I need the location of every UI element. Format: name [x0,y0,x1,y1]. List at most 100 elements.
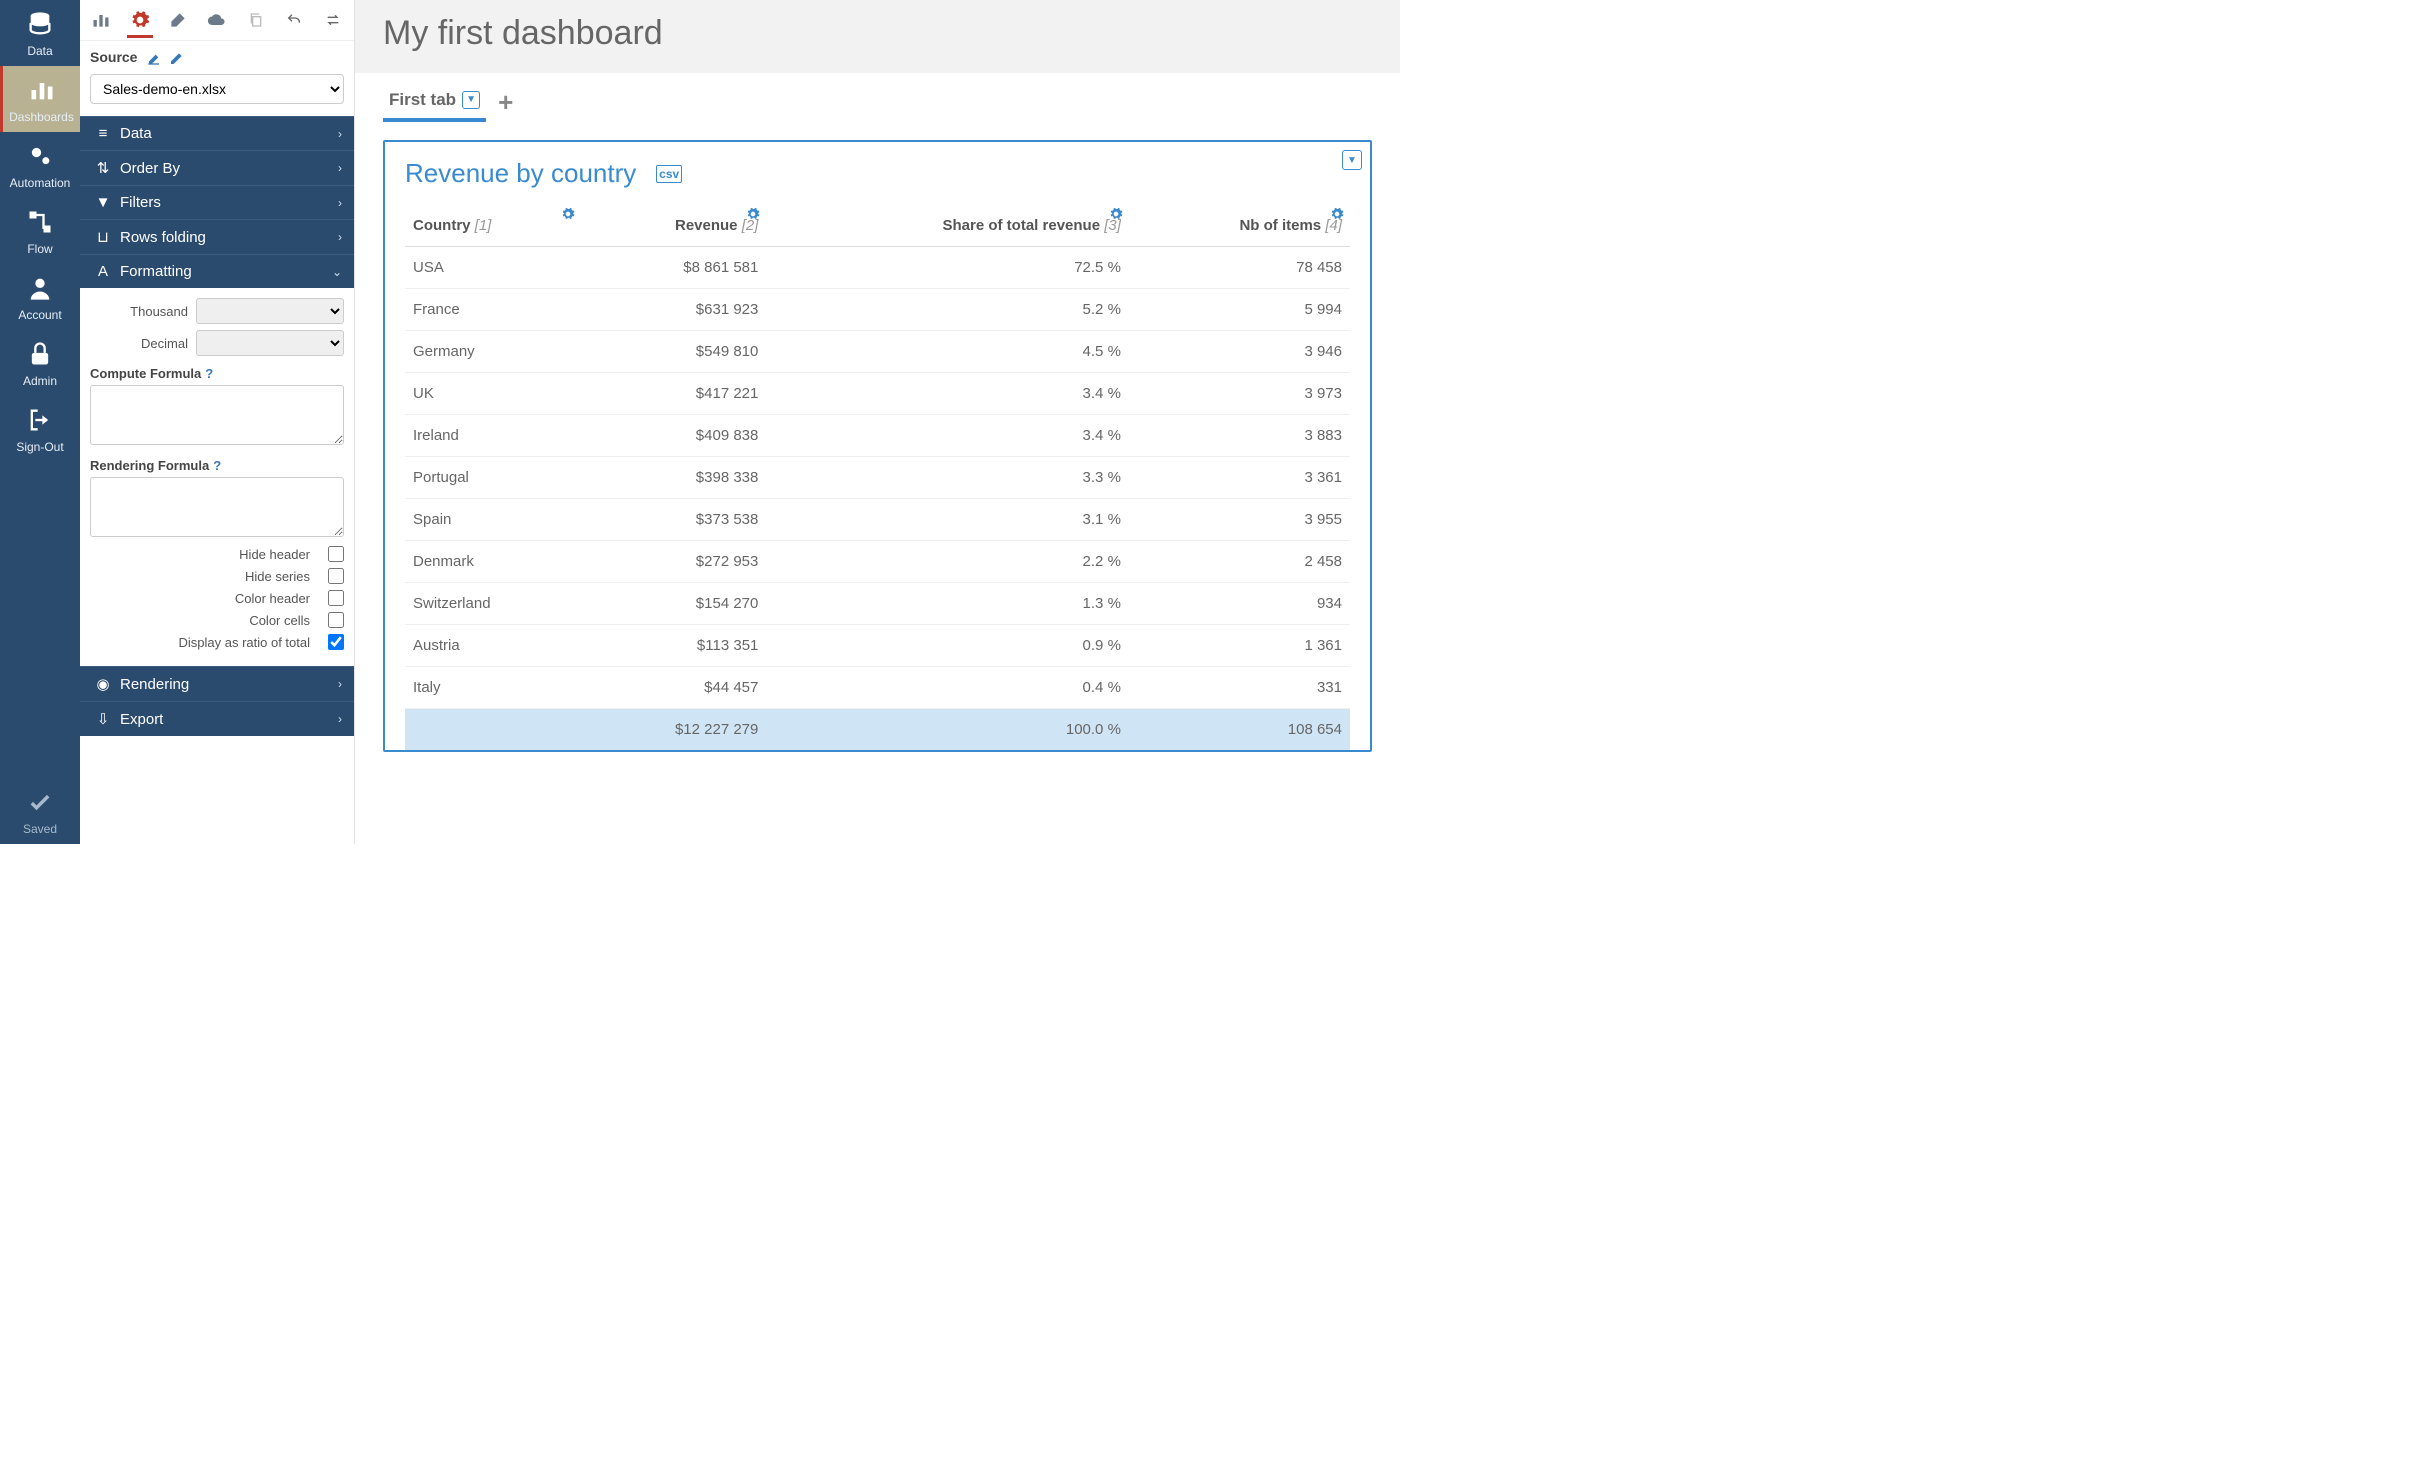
cell-country: UK [405,373,581,415]
cell-share: 2.2 % [766,541,1129,583]
panel-tab-undo[interactable] [281,6,308,34]
color-cells-checkbox[interactable] [328,612,344,628]
gear-icon[interactable] [746,207,760,225]
hide-series-label: Hide series [245,569,310,584]
section-label: Export [120,711,163,728]
section-formatting[interactable]: AFormatting⌄ [80,254,354,288]
filter-icon: ▼ [92,194,114,211]
widget-title: Revenue by country [405,158,636,188]
cell-share: 0.9 % [766,625,1129,667]
section-export[interactable]: ⇩Export› [80,701,354,736]
panel-tab-style[interactable] [165,6,192,34]
column-header[interactable]: Country [1] [405,207,581,247]
pencil-icon[interactable] [169,50,185,66]
column-header[interactable]: Share of total revenue [3] [766,207,1129,247]
source-select[interactable]: Sales-demo-en.xlsx [90,74,344,104]
cell-share: 72.5 % [766,247,1129,289]
thousand-label: Thousand [90,304,188,319]
cell-country: Austria [405,625,581,667]
table-row[interactable]: Italy$44 4570.4 %331 [405,667,1350,709]
table-row[interactable]: Switzerland$154 2701.3 %934 [405,583,1350,625]
table-row[interactable]: Spain$373 5383.1 %3 955 [405,499,1350,541]
nav-label: Admin [23,374,57,388]
chevron-right-icon: › [338,712,342,726]
panel-tab-copy[interactable] [242,6,269,34]
widget-menu[interactable]: ▼ [1342,150,1362,170]
column-header[interactable]: Nb of items [4] [1129,207,1350,247]
cell-share: 3.4 % [766,415,1129,457]
cell-country: Ireland [405,415,581,457]
section-rows-folding[interactable]: ⊔Rows folding› [80,219,354,254]
cell-country: Spain [405,499,581,541]
cell-revenue: $398 338 [581,457,766,499]
color-header-checkbox[interactable] [328,590,344,606]
hide-header-label: Hide header [239,547,310,562]
nav-item-automation[interactable]: Automation [0,132,80,198]
cell-items: 331 [1129,667,1350,709]
section-data[interactable]: ≡Data› [80,116,354,150]
cell-country: USA [405,247,581,289]
lock-icon [26,340,54,368]
nav-item-data[interactable]: Data [0,0,80,66]
help-icon[interactable]: ? [213,458,221,473]
barchart-icon [28,76,56,104]
nav-item-signout[interactable]: Sign-Out [0,396,80,462]
nav-item-admin[interactable]: Admin [0,330,80,396]
table-row[interactable]: Ireland$409 8383.4 %3 883 [405,415,1350,457]
panel-tab-cloud[interactable] [204,6,231,34]
csv-icon[interactable]: csv [656,165,682,183]
cell-share: 100.0 % [766,709,1129,751]
gear-icon[interactable] [561,207,575,225]
display-ratio-checkbox[interactable] [328,634,344,650]
color-header-label: Color header [235,591,310,606]
nav-item-dashboards[interactable]: Dashboards [0,66,80,132]
table-row[interactable]: Germany$549 8104.5 %3 946 [405,331,1350,373]
dashboard-tab[interactable]: First tab ▼ [383,88,486,122]
table-row[interactable]: USA$8 861 58172.5 %78 458 [405,247,1350,289]
section-label: Order By [120,160,180,177]
cell-revenue: $373 538 [581,499,766,541]
col-label: Nb of items [1239,217,1321,234]
table-row[interactable]: Austria$113 3510.9 %1 361 [405,625,1350,667]
hide-series-checkbox[interactable] [328,568,344,584]
panel-tab-settings[interactable] [127,10,154,38]
database-icon: ≡ [92,125,114,142]
thousand-select[interactable] [196,298,344,324]
gear-icon[interactable] [1109,207,1123,225]
gear-icon[interactable] [1330,207,1344,225]
section-rendering[interactable]: ◉Rendering› [80,666,354,701]
table-row[interactable]: France$631 9235.2 %5 994 [405,289,1350,331]
edit-icon[interactable] [147,50,163,66]
cell-items: 3 946 [1129,331,1350,373]
col-index: [1] [475,217,492,234]
nav-item-account[interactable]: Account [0,264,80,330]
panel-tab-chart[interactable] [88,6,115,34]
magnet-icon: ⊔ [92,228,114,246]
section-filters[interactable]: ▼Filters› [80,185,354,219]
help-icon[interactable]: ? [205,366,213,381]
signout-icon [26,406,54,434]
chevron-right-icon: › [338,677,342,691]
formatting-form: Thousand Decimal Compute Formula? Render… [80,288,354,666]
add-tab-button[interactable]: + [498,87,513,122]
section-orderby[interactable]: ⇅Order By› [80,150,354,185]
widget[interactable]: ▼ Revenue by country csv Country [1]Reve… [383,140,1372,752]
decimal-select[interactable] [196,330,344,356]
gears-icon [26,142,54,170]
table-row[interactable]: Denmark$272 9532.2 %2 458 [405,541,1350,583]
table-row[interactable]: Portugal$398 3383.3 %3 361 [405,457,1350,499]
table-row[interactable]: UK$417 2213.4 %3 973 [405,373,1350,415]
nav-label: Data [27,44,52,58]
dashboard-title: My first dashboard [355,0,1400,73]
cell-items: 5 994 [1129,289,1350,331]
hide-header-checkbox[interactable] [328,546,344,562]
eye-icon: ◉ [92,675,114,693]
rendering-formula-input[interactable] [90,477,344,537]
tab-dropdown[interactable]: ▼ [462,91,480,109]
nav-item-flow[interactable]: Flow [0,198,80,264]
column-header[interactable]: Revenue [2] [581,207,766,247]
panel-tab-swap[interactable] [319,6,346,34]
cell-revenue: $44 457 [581,667,766,709]
nav-label: Sign-Out [16,440,63,454]
compute-formula-input[interactable] [90,385,344,445]
